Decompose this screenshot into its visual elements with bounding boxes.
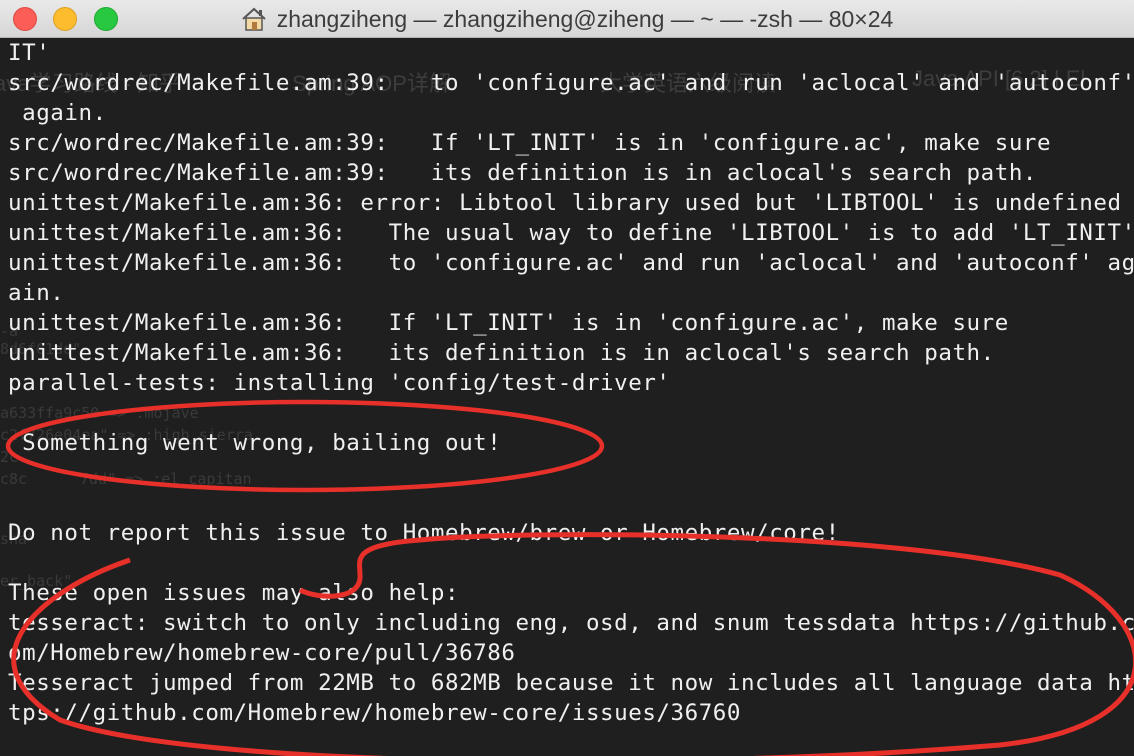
terminal-line: unittest/Makefile.am:36: to 'configure.a… (8, 250, 1134, 276)
terminal-window: zhangziheng — zhangziheng@ziheng — ~ — -… (0, 0, 1134, 756)
ghost-code-7: 7dd" => :el_capitan (80, 470, 252, 488)
terminal-line: parallel-tests: installing 'config/test-… (8, 370, 671, 396)
terminal-line: Tesseract jumped from 22MB to 682MB beca… (8, 670, 1134, 696)
terminal-line: Something went wrong, bailing out! (8, 430, 502, 456)
terminal-line: unittest/Makefile.am:36: The usual way t… (8, 220, 1134, 246)
terminal-line: unittest/Makefile.am:36: If 'LT_INIT' is… (8, 310, 1009, 336)
terminal-line: src/wordrec/Makefile.am:39: If 'LT_INIT'… (8, 130, 1052, 156)
terminal-line: Do not report this issue to Homebrew/bre… (8, 520, 840, 546)
terminal-line: ain. (8, 280, 65, 306)
terminal-line: tesseract: switch to only including eng,… (8, 610, 1134, 636)
terminal-line: IT' (8, 40, 51, 66)
title-bar[interactable]: zhangziheng — zhangziheng@ziheng — ~ — -… (0, 0, 1134, 38)
home-icon (241, 7, 267, 31)
terminal-line: again. (8, 100, 107, 126)
terminal-line: unittest/Makefile.am:36: its definition … (8, 340, 995, 366)
window-title: zhangziheng — zhangziheng@ziheng — ~ — -… (276, 5, 894, 32)
terminal-line: tps://github.com/Homebrew/homebrew-core/… (8, 700, 741, 726)
terminal-content[interactable]: ava学习路线 - 知乎 Spring AOP详解 大学英语六级阅读 Java … (0, 38, 1134, 756)
terminal-line: om/Homebrew/homebrew-core/pull/36786 (8, 640, 516, 666)
terminal-line: src/wordrec/Makefile.am:39: its definiti… (8, 160, 1038, 186)
window-title-area: zhangziheng — zhangziheng@ziheng — ~ — -… (0, 0, 1134, 38)
terminal-line: These open issues may also help: (8, 580, 460, 606)
terminal-line: src/wordrec/Makefile.am:39: to 'configur… (8, 70, 1134, 96)
ghost-code-6: c8c (0, 470, 28, 488)
terminal-line: unittest/Makefile.am:36: error: Libtool … (8, 190, 1122, 216)
ghost-code-3: a633ffa9c50 => :mojave (0, 404, 199, 422)
